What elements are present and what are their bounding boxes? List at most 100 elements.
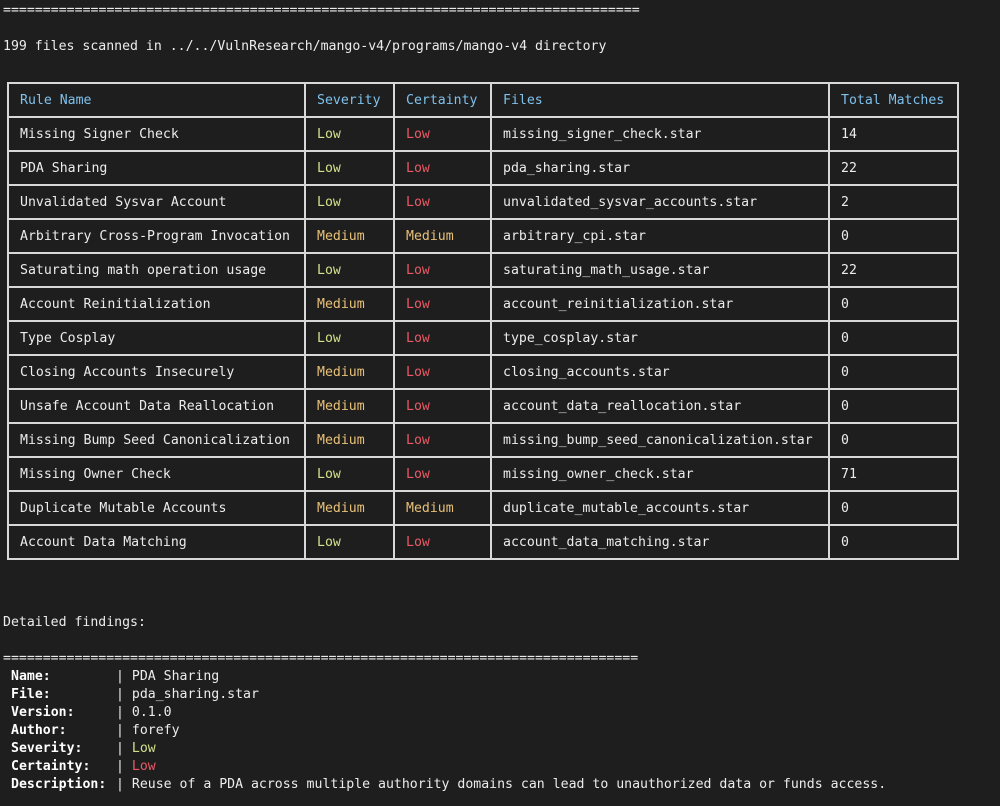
detail-value: 0.1.0: [131, 705, 172, 720]
detail-key: Certainty:: [11, 759, 91, 774]
rule-name-cell: Type Cosplay: [7, 320, 306, 356]
certainty-cell: Low: [393, 456, 492, 492]
rule-name-cell: Account Reinitialization: [7, 286, 306, 322]
severity-cell: Medium: [304, 218, 395, 254]
severity-cell: Medium: [304, 354, 395, 390]
certainty-cell: Low: [393, 388, 492, 424]
severity-cell: Medium: [304, 490, 395, 526]
table-row: Missing Owner Check Low Low missing_owner_c…: [7, 456, 959, 492]
severity-cell: Medium: [304, 286, 395, 322]
severity-cell: Low: [304, 150, 395, 186]
table-row: Arbitrary Cross-Program Invocation Medium…: [7, 218, 959, 254]
scan-summary: 199 files scanned in ../../VulnResearch/…: [3, 39, 607, 54]
detail-key: Name:: [11, 669, 51, 684]
severity-cell: Medium: [304, 388, 395, 424]
detail-row: Severity: | Low: [11, 740, 886, 758]
certainty-cell: Low: [393, 354, 492, 390]
detail-key: Author:: [11, 723, 67, 738]
rule-name-cell: Duplicate Mutable Accounts: [7, 490, 306, 526]
file-cell: unvalidated_sysvar_accounts.star: [490, 184, 830, 220]
total-matches-cell: 0: [828, 490, 959, 526]
total-matches-cell: 0: [828, 422, 959, 458]
table-header-row: Rule Name Severity Certainty Files Total…: [7, 82, 959, 118]
file-cell: closing_accounts.star: [490, 354, 830, 390]
rule-name-cell: Arbitrary Cross-Program Invocation: [7, 218, 306, 254]
column-header-total-matches: Total Matches: [828, 82, 959, 118]
detail-divider: |: [116, 723, 132, 738]
file-cell: type_cosplay.star: [490, 320, 830, 356]
detail-key: Version:: [11, 705, 75, 720]
table-row: Duplicate Mutable Accounts Medium Medium du…: [7, 490, 959, 526]
detail-divider: |: [116, 687, 132, 702]
rule-name-cell: Saturating math operation usage: [7, 252, 306, 288]
certainty-cell: Low: [393, 184, 492, 220]
detail-value: Low: [131, 759, 156, 774]
detail-value: Reuse of a PDA across multiple authority…: [131, 777, 887, 792]
total-matches-cell: 22: [828, 150, 959, 186]
file-cell: missing_owner_check.star: [490, 456, 830, 492]
table-row: PDA Sharing Low Low pda_sharing.star 22: [7, 150, 959, 186]
table-row: Type Cosplay Low Low type_cosplay.star 0: [7, 320, 959, 356]
detail-divider: |: [116, 777, 132, 792]
total-matches-cell: 0: [828, 388, 959, 424]
detail-key: File:: [11, 687, 51, 702]
file-cell: account_data_reallocation.star: [490, 388, 830, 424]
total-matches-cell: 0: [828, 286, 959, 322]
table-row: Unvalidated Sysvar Account Low Low unvalida…: [7, 184, 959, 220]
detail-key: Severity:: [11, 741, 83, 756]
rule-name-cell: Missing Signer Check: [7, 116, 306, 152]
column-header-certainty: Certainty: [393, 82, 492, 118]
file-cell: arbitrary_cpi.star: [490, 218, 830, 254]
severity-cell: Low: [304, 252, 395, 288]
file-cell: missing_signer_check.star: [490, 116, 830, 152]
certainty-cell: Low: [393, 116, 492, 152]
certainty-cell: Low: [393, 320, 492, 356]
detail-row: Version: | 0.1.0: [11, 704, 886, 722]
severity-cell: Low: [304, 320, 395, 356]
severity-cell: Low: [304, 184, 395, 220]
severity-cell: Low: [304, 456, 395, 492]
severity-cell: Low: [304, 116, 395, 152]
detail-value: Low: [131, 741, 156, 756]
column-header-rule-name: Rule Name: [7, 82, 306, 118]
total-matches-cell: 0: [828, 354, 959, 390]
table-row: Account Data Matching Low Low account_data_…: [7, 524, 959, 560]
detail-row: Description: | Reuse of a PDA across mult…: [11, 776, 886, 794]
file-cell: account_reinitialization.star: [490, 286, 830, 322]
total-matches-cell: 0: [828, 320, 959, 356]
file-cell: missing_bump_seed_canonicalization.star: [490, 422, 830, 458]
detail-divider: |: [116, 705, 132, 720]
detail-divider: |: [116, 759, 132, 774]
certainty-cell: Low: [393, 422, 492, 458]
certainty-cell: Medium: [393, 490, 492, 526]
rule-name-cell: Missing Bump Seed Canonicalization: [7, 422, 306, 458]
detail-value: PDA Sharing: [131, 669, 220, 684]
detail-row: Name: | PDA Sharing: [11, 668, 886, 686]
rule-name-cell: Unsafe Account Data Reallocation: [7, 388, 306, 424]
column-header-files: Files: [490, 82, 830, 118]
rule-name-cell: PDA Sharing: [7, 150, 306, 186]
table-row: Missing Bump Seed Canonicalization Medium…: [7, 422, 959, 458]
severity-cell: Low: [304, 524, 395, 560]
detail-divider: |: [116, 741, 132, 756]
file-cell: pda_sharing.star: [490, 150, 830, 186]
detail-value: pda_sharing.star: [131, 687, 259, 702]
certainty-cell: Low: [393, 252, 492, 288]
results-table: Rule Name Severity Certainty Files Total…: [7, 82, 959, 560]
table-row: Missing Signer Check Low Low missing_signer…: [7, 116, 959, 152]
bottom-separator: ========================================…: [3, 651, 639, 666]
file-cell: saturating_math_usage.star: [490, 252, 830, 288]
detail-divider: |: [116, 669, 132, 684]
certainty-cell: Medium: [393, 218, 492, 254]
detail-row: Certainty: | Low: [11, 758, 886, 776]
detail-row: Author: | forefy: [11, 722, 886, 740]
rule-name-cell: Missing Owner Check: [7, 456, 306, 492]
findings-title: Detailed findings:: [3, 615, 146, 630]
certainty-cell: Low: [393, 286, 492, 322]
total-matches-cell: 2: [828, 184, 959, 220]
severity-cell: Medium: [304, 422, 395, 458]
column-header-severity: Severity: [304, 82, 395, 118]
table-body: Missing Signer Check Low Low missing_signer…: [7, 116, 959, 560]
detail-key: Description:: [11, 777, 107, 792]
table-row: Closing Accounts Insecurely Medium Low clos…: [7, 354, 959, 390]
